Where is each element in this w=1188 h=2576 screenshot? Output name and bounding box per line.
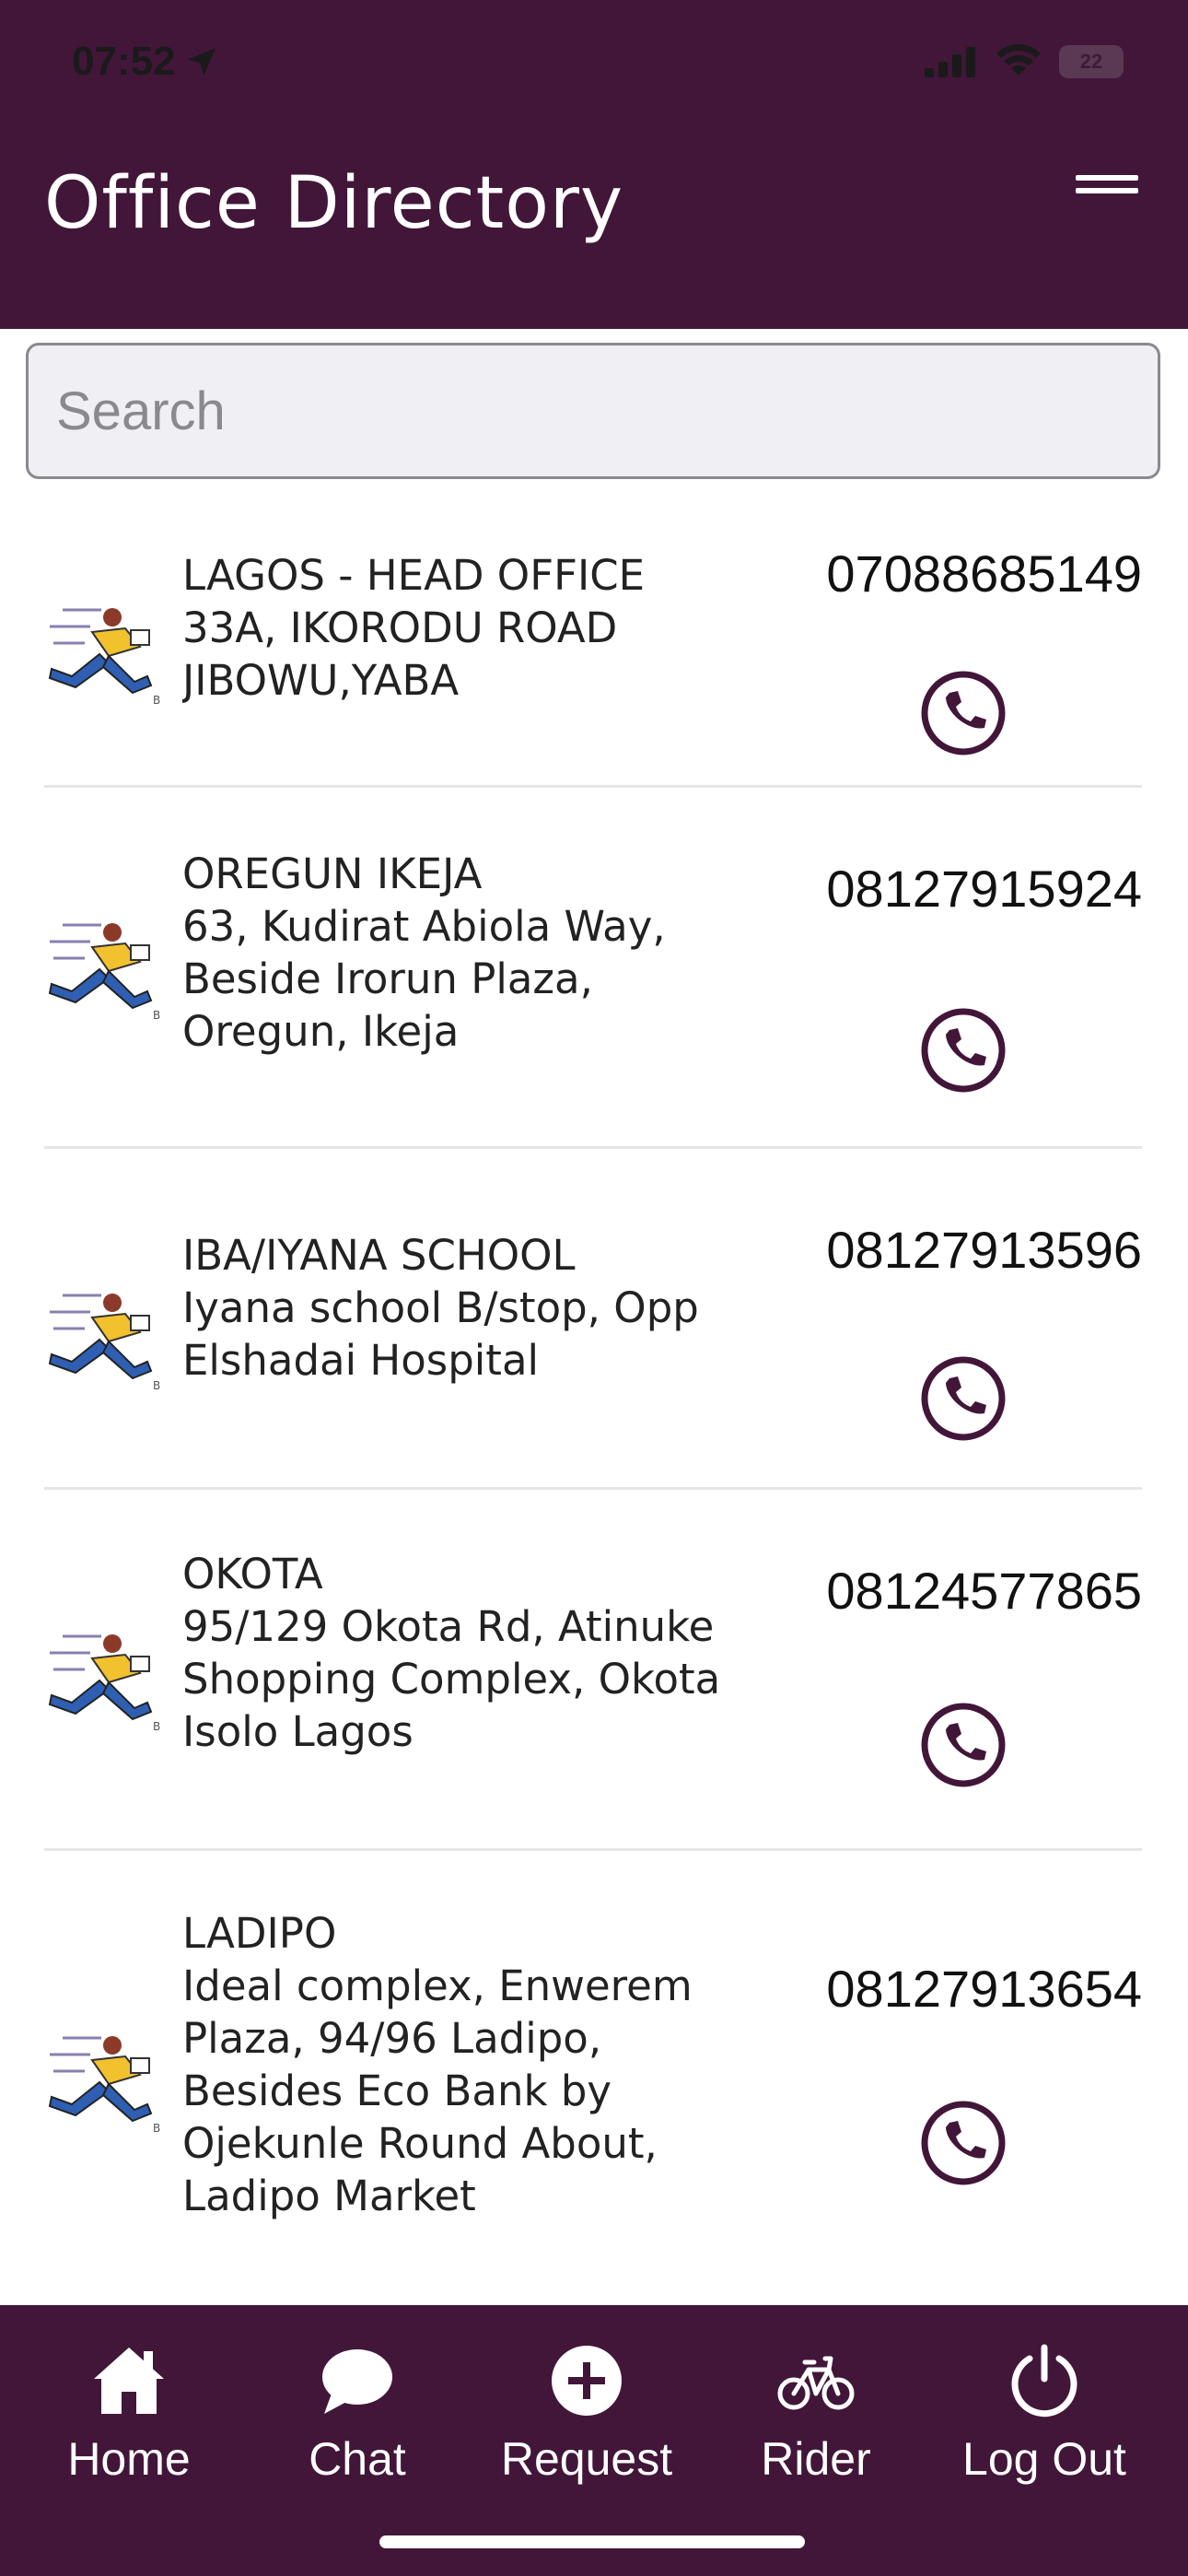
office-item: B LAGOS - HEAD OFFICE 33A, IKORODU ROAD …: [44, 498, 1142, 788]
office-phone[interactable]: 08124577865: [774, 1561, 1142, 1621]
office-phone[interactable]: 08127913596: [774, 1220, 1142, 1280]
status-time-text: 07:52: [72, 39, 176, 84]
page-title: Office Directory: [44, 162, 624, 245]
home-indicator[interactable]: [379, 2535, 805, 2548]
office-item: B IBA/IYANA SCHOOL Iyana school B/stop, …: [44, 1146, 1142, 1490]
office-list[interactable]: B LAGOS - HEAD OFFICE 33A, IKORODU ROAD …: [0, 498, 1188, 2248]
nav-home[interactable]: Home: [18, 2342, 239, 2486]
office-item: B OREGUN IKEJA 63, Kudirat Abiola Way, B…: [44, 785, 1142, 1149]
plus-circle-icon: [552, 2346, 622, 2416]
office-address: OKOTA 95/129 Okota Rd, Atinuke Shopping …: [182, 1550, 721, 1756]
nav-home-label: Home: [67, 2433, 191, 2485]
svg-text:B: B: [153, 1379, 160, 1392]
svg-text:B: B: [153, 1009, 160, 1022]
courier-logo-icon: B: [48, 1634, 160, 1733]
nav-rider-label: Rider: [761, 2433, 871, 2485]
wifi-icon: [996, 44, 1041, 76]
office-phone[interactable]: 07088685149: [774, 544, 1142, 603]
phone-call-icon[interactable]: [919, 2099, 1007, 2187]
office-phone[interactable]: 08127913654: [774, 1959, 1142, 2019]
bicycle-icon: [777, 2356, 855, 2410]
office-address: IBA/IYANA SCHOOL Iyana school B/stop, Op…: [182, 1231, 699, 1385]
status-icons: 22: [925, 44, 1124, 79]
office-item: B LADIPO Ideal complex, Enwerem Plaza, 9…: [44, 1848, 1142, 2244]
power-icon: [1011, 2344, 1077, 2418]
office-address: LADIPO Ideal complex, Enwerem Plaza, 94/…: [182, 1909, 693, 2220]
courier-logo-icon: B: [48, 1294, 160, 1392]
nav-chat-label: Chat: [309, 2433, 406, 2485]
battery-level: 22: [1079, 50, 1103, 73]
nav-logout[interactable]: Log Out: [934, 2342, 1155, 2486]
office-address: LAGOS - HEAD OFFICE 33A, IKORODU ROAD JI…: [182, 551, 646, 705]
nav-logout-label: Log Out: [962, 2433, 1126, 2485]
menu-button[interactable]: [1076, 175, 1138, 212]
courier-logo-icon: B: [48, 923, 160, 1022]
phone-call-icon[interactable]: [919, 1701, 1007, 1789]
svg-text:B: B: [153, 694, 160, 707]
nav-chat[interactable]: Chat: [247, 2342, 468, 2486]
courier-logo-icon: B: [48, 608, 160, 707]
svg-text:B: B: [153, 1720, 160, 1733]
office-address: OREGUN IKEJA 63, Kudirat Abiola Way, Bes…: [182, 849, 666, 1056]
signal-icon: [925, 47, 975, 77]
office-item: B OKOTA 95/129 Okota Rd, Atinuke Shoppin…: [44, 1487, 1142, 1851]
home-icon: [94, 2348, 164, 2414]
nav-request[interactable]: Request: [476, 2342, 697, 2486]
phone-call-icon[interactable]: [919, 1006, 1007, 1095]
hamburger-line: [1076, 188, 1138, 193]
nav-request-label: Request: [500, 2433, 673, 2485]
hamburger-line: [1076, 175, 1138, 181]
phone-call-icon[interactable]: [919, 669, 1007, 757]
courier-logo-icon: B: [48, 2036, 160, 2135]
search-input[interactable]: [26, 343, 1160, 479]
svg-text:B: B: [153, 2122, 160, 2135]
phone-call-icon[interactable]: [919, 1354, 1007, 1443]
search-bar: [26, 343, 1160, 479]
battery-icon: 22: [1059, 45, 1124, 78]
location-arrow-icon: [187, 48, 215, 76]
app-header: 07:52 22 Office Directory: [0, 0, 1188, 329]
status-time: 07:52: [72, 39, 220, 85]
chat-bubble-icon: [322, 2349, 392, 2414]
office-phone[interactable]: 08127915924: [774, 859, 1142, 919]
nav-rider[interactable]: Rider: [705, 2342, 926, 2486]
